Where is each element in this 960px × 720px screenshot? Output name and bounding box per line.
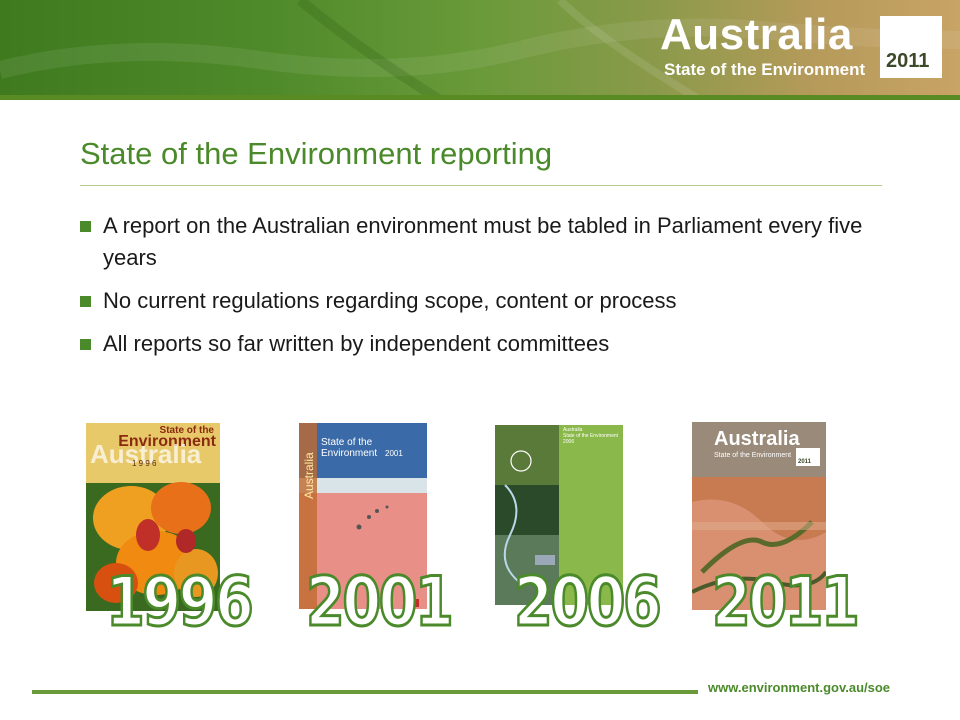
bullet-item: No current regulations regarding scope, … [80, 285, 880, 317]
footer-url: www.environment.gov.au/soe [708, 680, 891, 695]
year-label-2011: 2011 [711, 563, 861, 642]
year-label-2001: 2001 [305, 563, 455, 642]
logo-year: 2011 [886, 50, 930, 72]
year-label-1996: 1996 [105, 563, 255, 642]
title-divider [80, 185, 882, 186]
logo-wordmark: Australia [660, 10, 853, 59]
cover-2011-title: State of the Environment [714, 452, 792, 459]
bullet-square-icon [80, 339, 91, 350]
year-label-2006: 2006 [513, 563, 663, 642]
bullet-text: No current regulations regarding scope, … [103, 288, 677, 313]
header-banner: Australia State of the Environment 2011 [0, 0, 960, 100]
slide-title: State of the Environment reporting [80, 136, 553, 171]
bullet-text: All reports so far written by independen… [103, 331, 610, 356]
cover-2011-year-box: 2011 [796, 448, 820, 466]
bullet-item: All reports so far written by independen… [80, 328, 880, 360]
bullet-item: A report on the Australian environment m… [80, 210, 880, 274]
cover-2011-year: 2011 [798, 459, 812, 465]
bullet-square-icon [80, 221, 91, 232]
bullet-square-icon [80, 296, 91, 307]
cover-2001-title: State of the Environment [321, 437, 378, 459]
footer-divider [32, 690, 698, 694]
cover-2011-brand: Australia [714, 428, 800, 450]
bullet-list: A report on the Australian environment m… [80, 210, 880, 371]
cover-2001-brand: Australia [302, 452, 316, 499]
cover-2006-year: 2006 [563, 439, 575, 445]
cover-1996-year: 1 9 9 6 [132, 459, 157, 468]
logo-year-box: 2011 [880, 16, 942, 78]
bullet-text: A report on the Australian environment m… [103, 213, 863, 270]
cover-2001-year: 2001 [385, 449, 403, 458]
logo-subtitle: State of the Environment [664, 60, 866, 79]
